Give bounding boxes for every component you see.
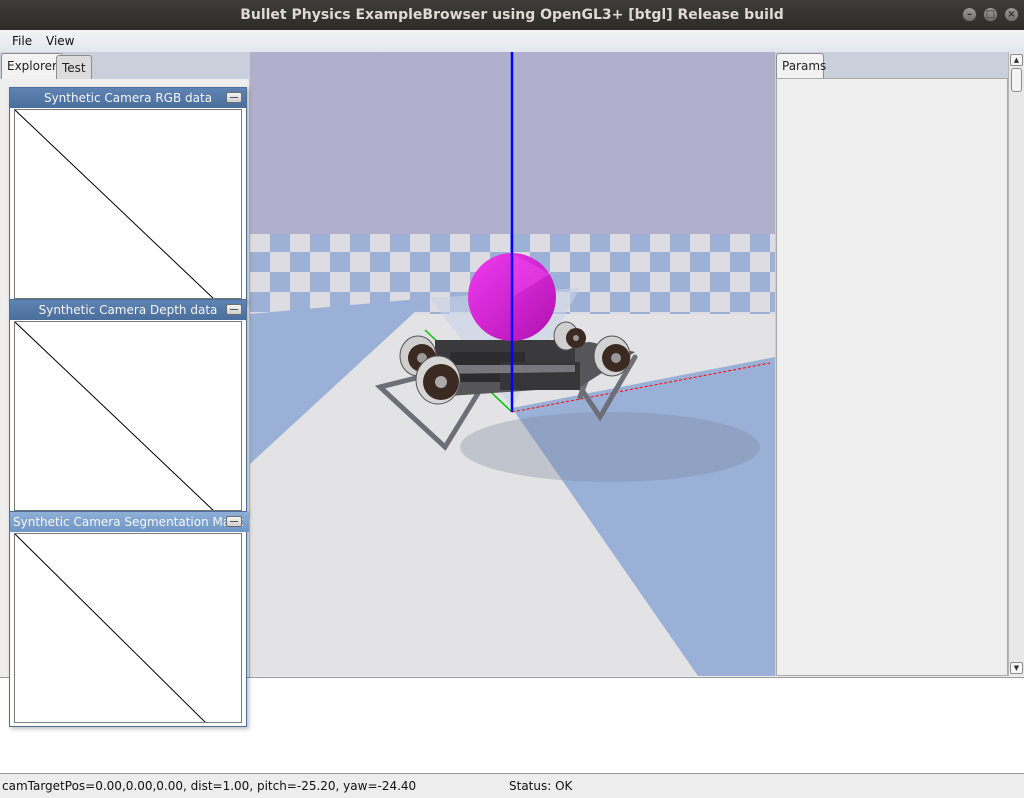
menu-view[interactable]: View [46,30,74,52]
empty-image-diagonal [15,322,214,510]
status-text: Status: OK [509,779,573,793]
minimize-icon[interactable] [226,516,242,527]
camera-rgb-window[interactable]: Synthetic Camera RGB data [9,87,247,303]
params-panel [776,78,1008,676]
minimize-icon[interactable] [226,304,242,315]
robot-shadow [460,412,760,482]
3d-viewport[interactable] [250,52,775,676]
camera-depth-image [14,321,242,511]
empty-image-diagonal [15,110,214,298]
camera-rgb-image [14,109,242,299]
maximize-button[interactable]: □ [983,7,998,22]
params-scrollbar[interactable]: ▲ ▼ [1008,52,1024,676]
window-title-bar: Bullet Physics ExampleBrowser using Open… [0,0,1024,30]
scroll-down-arrow-icon[interactable]: ▼ [1010,662,1023,674]
camera-rgb-title: Synthetic Camera RGB data [10,88,246,108]
tab-test[interactable]: Test [56,55,92,79]
camera-depth-window[interactable]: Synthetic Camera Depth data [9,299,247,515]
camera-segmentation-title: Synthetic Camera Segmentation Mask [10,512,249,532]
close-button[interactable]: × [1004,7,1019,22]
scroll-thumb[interactable] [1011,68,1022,92]
empty-image-diagonal [15,534,206,722]
camera-segmentation-window[interactable]: Synthetic Camera Segmentation Mask [9,511,249,727]
minimize-button[interactable]: – [962,7,977,22]
left-tab-strip: Explorer Test [0,52,250,80]
window-title: Bullet Physics ExampleBrowser using Open… [240,7,784,23]
tab-params[interactable]: Params [776,53,826,80]
camera-depth-title: Synthetic Camera Depth data [10,300,246,320]
status-bar: camTargetPos=0.00,0.00,0.00, dist=1.00, … [0,774,1024,798]
minimize-icon[interactable] [226,92,242,103]
scroll-up-arrow-icon[interactable]: ▲ [1010,54,1023,66]
camera-status-text: camTargetPos=0.00,0.00,0.00, dist=1.00, … [2,779,417,793]
camera-segmentation-image [14,533,242,723]
scene-render [250,52,775,676]
menu-file[interactable]: File [12,30,32,52]
menu-bar: File View [0,30,1024,52]
tab-explorer[interactable]: Explorer [1,53,63,80]
